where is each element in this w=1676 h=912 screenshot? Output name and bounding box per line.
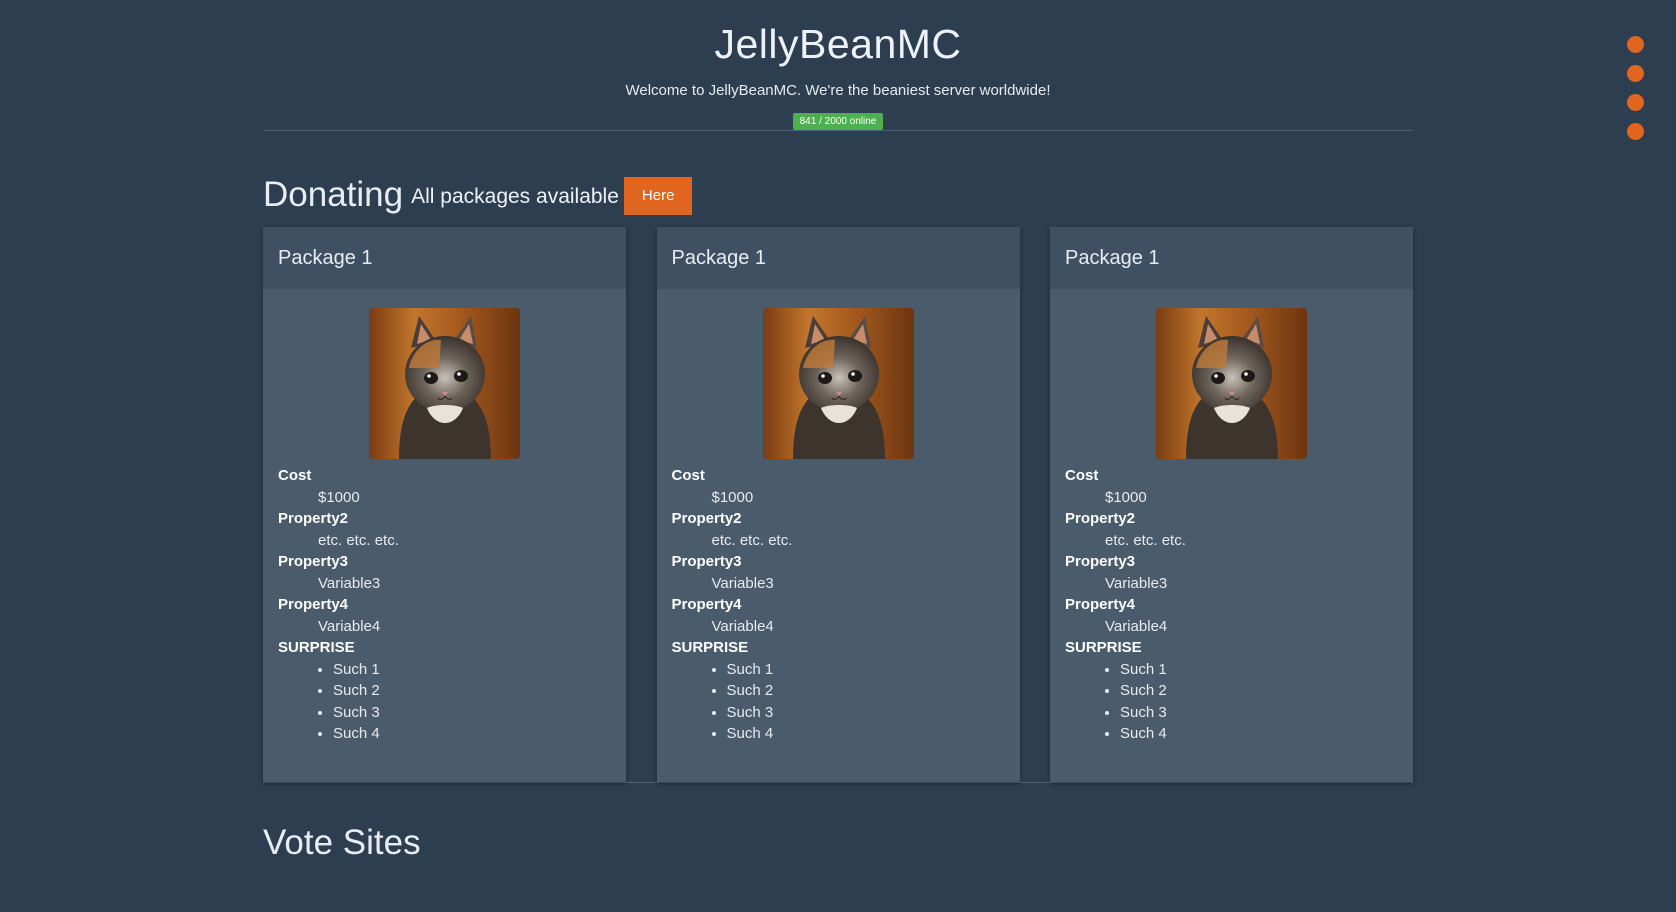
list-item: Such 2 — [333, 680, 611, 702]
header-divider — [263, 130, 1413, 131]
nav-dot-2[interactable] — [1627, 65, 1644, 82]
list-item: Such 3 — [333, 702, 611, 724]
prop-label: Property2 — [1065, 510, 1136, 527]
kitten-photo-icon — [369, 308, 520, 459]
prop-label: Cost — [1065, 467, 1099, 484]
list-item: Such 1 — [333, 659, 611, 681]
surprise-list: Such 1 Such 2 Such 3 Such 4 — [318, 659, 611, 745]
prop-label: Property3 — [1065, 553, 1136, 570]
online-status-badge: 841 / 2000 online — [792, 113, 884, 130]
kitten-image — [369, 308, 520, 459]
nav-dot-1[interactable] — [1627, 36, 1644, 53]
donating-subtitle: All packages available — [411, 185, 619, 208]
surprise-label: SURPRISE — [278, 639, 355, 656]
package-title: Package 1 — [1050, 227, 1413, 289]
nav-dot-3[interactable] — [1627, 94, 1644, 111]
surprise-list: Such 1 Such 2 Such 3 Such 4 — [712, 659, 1005, 745]
list-item: Such 3 — [727, 702, 1005, 724]
package-title: Package 1 — [263, 227, 626, 289]
package-details: Cost $1000 Property2 etc. etc. etc. Prop… — [1050, 459, 1413, 745]
prop-label: Cost — [278, 467, 312, 484]
prop-value: etc. etc. etc. — [318, 531, 399, 549]
prop-value: Variable4 — [711, 617, 774, 635]
package-details: Cost $1000 Property2 etc. etc. etc. Prop… — [657, 459, 1020, 745]
prop-label: Property4 — [278, 596, 349, 613]
prop-value: etc. etc. etc. — [1105, 531, 1186, 549]
surprise-label: SURPRISE — [1065, 639, 1142, 656]
list-item: Such 4 — [1120, 723, 1398, 745]
prop-value: Variable3 — [318, 574, 381, 592]
nav-dot-4[interactable] — [1627, 123, 1644, 140]
list-item: Such 3 — [1120, 702, 1398, 724]
prop-label: Property3 — [671, 553, 742, 570]
package-details: Cost $1000 Property2 etc. etc. etc. Prop… — [263, 459, 626, 745]
kitten-photo-icon — [1156, 308, 1307, 459]
package-card: Package 1 Cost $1000 Property2 etc. etc.… — [656, 227, 1020, 782]
prop-label: Property2 — [278, 510, 349, 527]
list-item: Such 4 — [727, 723, 1005, 745]
surprise-label: SURPRISE — [671, 639, 749, 656]
list-item: Such 2 — [1120, 680, 1398, 702]
prop-value: Variable3 — [1105, 574, 1168, 592]
prop-label: Property4 — [1065, 596, 1136, 613]
site-header: JellyBeanMC Welcome to JellyBeanMC. We'r… — [263, 0, 1413, 130]
donating-heading: Donating All packages available Here — [263, 175, 1413, 215]
prop-value: Variable4 — [318, 617, 381, 635]
prop-label: Property2 — [671, 510, 742, 527]
package-cards: Package 1 Cost $1000 Property2 etc. etc.… — [263, 227, 1413, 782]
package-title: Package 1 — [656, 227, 1020, 289]
prop-label: Property4 — [671, 596, 742, 613]
list-item: Such 1 — [727, 659, 1005, 681]
prop-label: Cost — [671, 467, 705, 484]
page-container: JellyBeanMC Welcome to JellyBeanMC. We'r… — [263, 0, 1413, 863]
kitten-image — [1156, 308, 1307, 459]
list-item: Such 4 — [333, 723, 611, 745]
vote-sites-title: Vote Sites — [263, 823, 421, 862]
kitten-image — [762, 308, 914, 459]
section-dot-nav — [1627, 36, 1645, 152]
all-packages-here-button[interactable]: Here — [623, 177, 693, 215]
prop-value: Variable4 — [1105, 617, 1168, 635]
prop-value: etc. etc. etc. — [711, 531, 793, 549]
site-title: JellyBeanMC — [714, 21, 962, 67]
list-item: Such 1 — [1120, 659, 1398, 681]
package-card: Package 1 Cost $1000 Property2 etc. etc.… — [263, 227, 626, 782]
prop-label: Property3 — [278, 553, 349, 570]
prop-value: $1000 — [1105, 488, 1147, 506]
prop-value: $1000 — [318, 488, 360, 506]
welcome-text: Welcome to JellyBeanMC. We're the beanie… — [625, 82, 1051, 99]
kitten-photo-icon — [762, 308, 914, 459]
prop-value: Variable3 — [711, 574, 774, 592]
surprise-list: Such 1 Such 2 Such 3 Such 4 — [1105, 659, 1398, 745]
section-divider — [263, 782, 1413, 783]
donating-title: Donating — [263, 175, 404, 214]
prop-value: $1000 — [711, 488, 754, 506]
list-item: Such 2 — [727, 680, 1005, 702]
package-card: Package 1 Cost $1000 Property2 etc. etc.… — [1050, 227, 1413, 782]
